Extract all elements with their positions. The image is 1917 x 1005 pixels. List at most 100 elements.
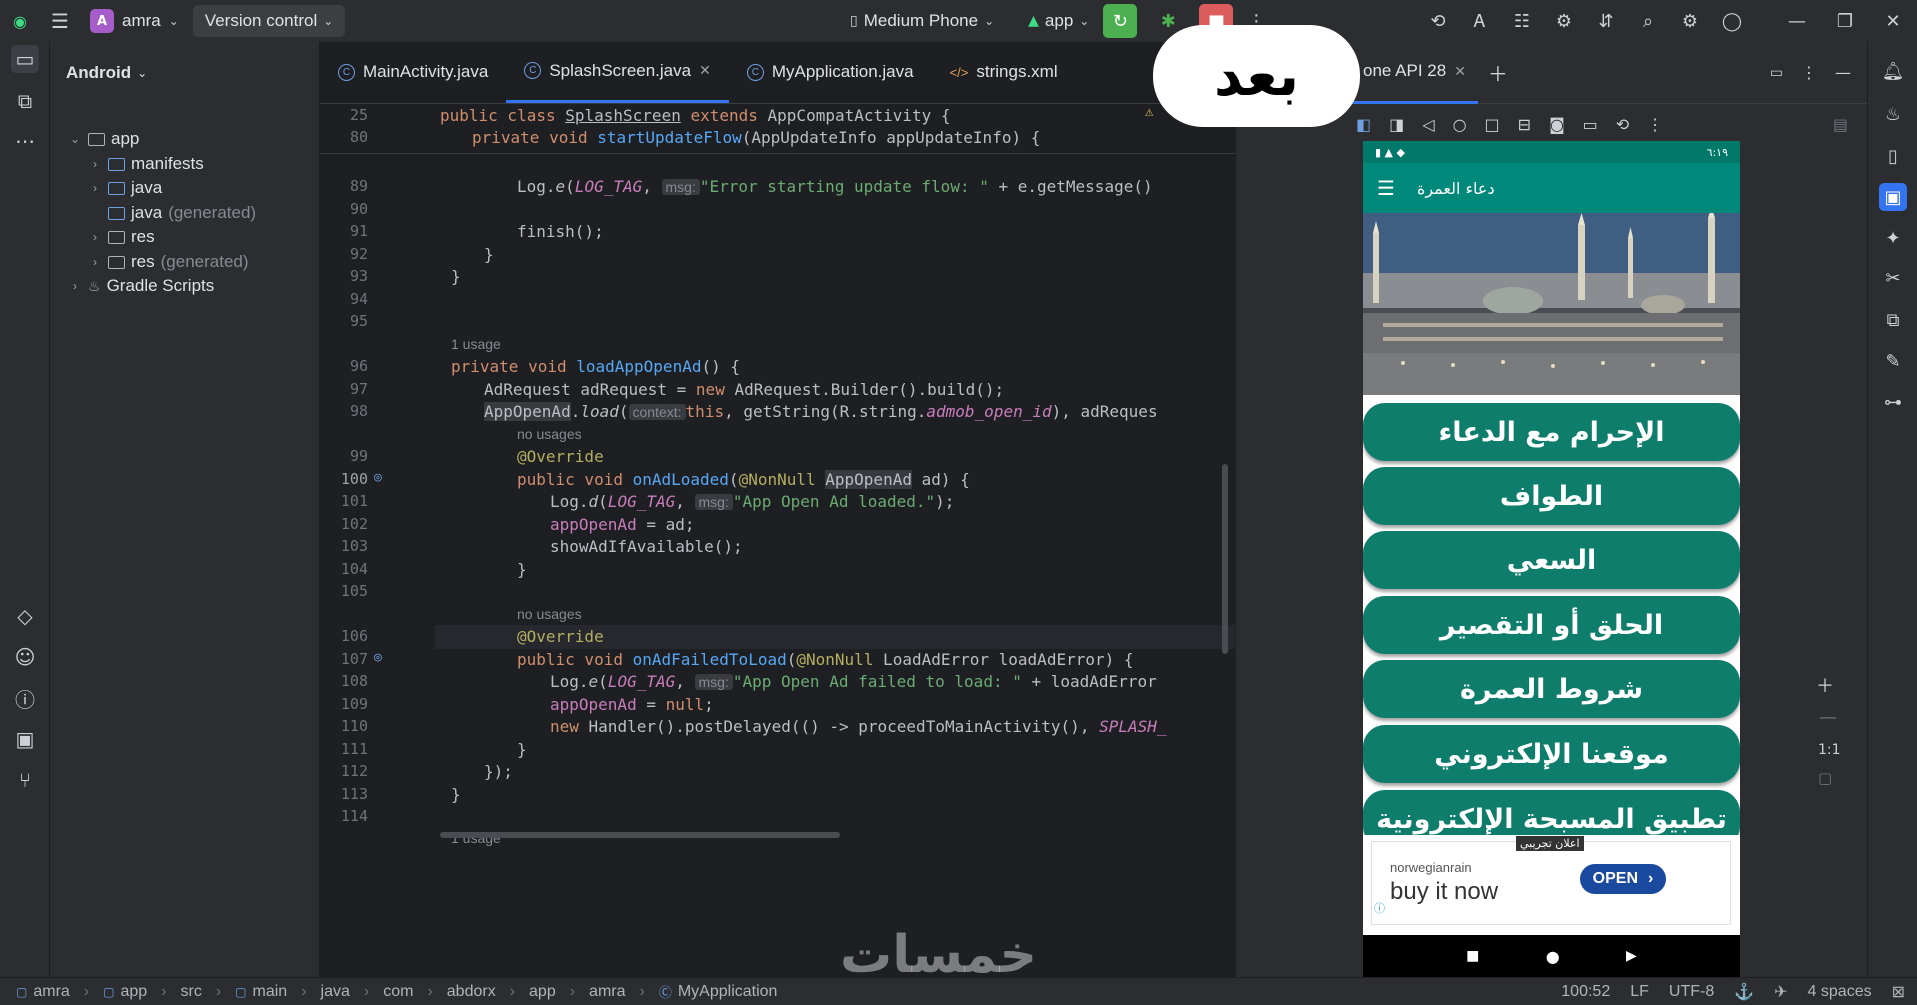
search-icon[interactable]: ⌕	[1627, 11, 1669, 32]
line-separator[interactable]: LF	[1630, 983, 1649, 1001]
zoom-actual-size[interactable]: 1:1	[1818, 742, 1841, 758]
notifications-bell-icon[interactable]: 🔔︎	[1879, 57, 1907, 85]
more-emulator-icon[interactable]: ⋮	[1647, 115, 1663, 134]
menu-item-conditions[interactable]: شروط العمرة	[1363, 660, 1740, 718]
indent-setting[interactable]: 4 spaces	[1808, 983, 1872, 1001]
lock-icon[interactable]: ⊠	[1892, 982, 1905, 1002]
restore-window-icon[interactable]: ❐	[1821, 11, 1869, 32]
file-encoding[interactable]: UTF-8	[1669, 983, 1714, 1001]
breadcrumb-item[interactable]: java	[321, 983, 350, 1001]
breadcrumb-item[interactable]: app	[529, 983, 556, 1001]
tab-myapplication[interactable]: C MyApplication.java	[729, 41, 932, 103]
override-marker-icon[interactable]: ◎	[374, 650, 382, 665]
tree-item-gradle-scripts[interactable]: › ♨ Gradle Scripts	[68, 271, 214, 301]
ad-info-icon[interactable]: ⓘ	[1374, 900, 1385, 916]
translate-icon[interactable]: Ꭺ	[1459, 11, 1501, 32]
logcat-icon[interactable]: ☺	[11, 643, 39, 671]
running-devices-icon[interactable]: ▣	[1879, 183, 1907, 211]
problems-icon[interactable]: ⓘ	[11, 684, 39, 712]
minimize-window-icon[interactable]: —	[1773, 11, 1821, 32]
link-icon[interactable]: ⊶	[1879, 388, 1907, 416]
menu-item-website[interactable]: موقعنا الإلكتروني	[1363, 725, 1740, 783]
hide-panel-icon[interactable]: —	[1835, 63, 1851, 82]
fold-icon[interactable]: ◧	[1356, 115, 1371, 134]
snapshot-icon[interactable]: ⟲	[1616, 115, 1629, 134]
horizontal-scrollbar[interactable]	[440, 832, 840, 838]
caret-position[interactable]: 100:52	[1561, 983, 1610, 1001]
build-icon[interactable]: ⚙	[1543, 11, 1585, 32]
home-nav-icon[interactable]: ○	[1453, 115, 1467, 134]
breadcrumb-item[interactable]: app	[120, 983, 147, 1001]
gemini-sparkle-icon[interactable]: ✦	[1879, 224, 1907, 252]
power-save-icon[interactable]: ✈	[1774, 982, 1787, 1002]
banner-ad[interactable]: اعلان تجريبي norwegianrain buy it now OP…	[1371, 836, 1731, 925]
gem-icon[interactable]: ◇	[11, 602, 39, 630]
warning-icon[interactable]: ⚠	[1145, 104, 1153, 120]
layout-inspector-icon[interactable]: ☷	[1501, 11, 1543, 32]
rotate-icon[interactable]: ◨	[1389, 115, 1404, 134]
back-icon[interactable]: ▶	[1626, 948, 1637, 964]
back-nav-icon[interactable]: ◁	[1422, 115, 1434, 134]
tab-strings-xml[interactable]: </> strings.xml	[932, 41, 1076, 103]
override-marker-icon[interactable]: ◎	[374, 470, 382, 485]
more-tools-icon[interactable]: ⋯	[11, 127, 39, 155]
terminal-icon[interactable]: ▣	[11, 725, 39, 753]
home-icon[interactable]: ●	[1546, 947, 1560, 966]
menu-item-halq[interactable]: الحلق أو التقصير	[1363, 596, 1740, 654]
account-icon[interactable]: ◯	[1711, 11, 1753, 32]
maximize-panel-icon[interactable]: ▭	[1770, 65, 1783, 81]
add-device-icon[interactable]: ＋	[1488, 58, 1508, 87]
main-menu-icon[interactable]: ☰	[40, 0, 80, 42]
project-folder-icon[interactable]: ▭	[11, 45, 39, 73]
run-config-selector[interactable]: ▲ app ⌄	[1028, 11, 1089, 31]
screenshot-camera-icon[interactable]: ◙	[1549, 115, 1565, 134]
usage-hint[interactable]: no usages	[517, 426, 582, 442]
recents-icon[interactable]: ■	[1466, 948, 1479, 964]
zoom-out-icon[interactable]: —	[1819, 707, 1837, 728]
breadcrumb-item[interactable]: src	[181, 983, 202, 1001]
ad-open-button[interactable]: OPEN ›	[1580, 864, 1666, 894]
breadcrumb-item[interactable]: abdorx	[447, 983, 496, 1001]
menu-item-ihram[interactable]: الإحرام مع الدعاء	[1363, 403, 1740, 461]
menu-item-sai[interactable]: السعي	[1363, 531, 1740, 589]
hamburger-menu-icon[interactable]: ☰	[1377, 176, 1395, 200]
sync-gradle-icon[interactable]: ⇵	[1585, 11, 1627, 32]
breadcrumb-item[interactable]: amra	[33, 983, 69, 1001]
menu-item-tawaf[interactable]: الطواف	[1363, 467, 1740, 525]
breadcrumb-item[interactable]: com	[383, 983, 413, 1001]
panel-options-icon[interactable]: ⋮	[1801, 63, 1817, 82]
tab-splashscreen[interactable]: C SplashScreen.java ✕	[506, 41, 729, 103]
tab-device[interactable]: one API 28 ✕	[1351, 42, 1478, 104]
fit-screen-icon[interactable]: ▢	[1818, 769, 1832, 787]
close-window-icon[interactable]: ✕	[1869, 11, 1917, 32]
settings-gear-icon[interactable]: ⚙	[1669, 11, 1711, 32]
usage-hint[interactable]: 1 usage	[451, 336, 501, 352]
vcs-status-icon[interactable]: ⚓	[1734, 982, 1754, 1002]
version-control-button[interactable]: Version control ⌄	[192, 5, 346, 37]
device-manager-icon[interactable]: ▯	[1879, 142, 1907, 170]
breadcrumb-item[interactable]: main	[253, 983, 288, 1001]
project-selector[interactable]: A amra ⌄	[90, 9, 179, 33]
tab-mainactivity[interactable]: C MainActivity.java	[320, 41, 506, 103]
device-explorer-icon[interactable]: ⧉	[1879, 306, 1907, 334]
gradle-elephant-icon[interactable]: ♨	[1879, 100, 1907, 128]
emulator-screen[interactable]: ▮ ▲ ◆ ٦:١٩ ☰ دعاء العمرة الإحرام مع الدع…	[1363, 141, 1740, 977]
usage-hint[interactable]: no usages	[517, 606, 582, 622]
editor-scrollbar[interactable]	[1222, 464, 1228, 654]
close-tab-icon[interactable]: ✕	[1454, 63, 1466, 80]
breadcrumb-item[interactable]: amra	[589, 983, 625, 1001]
code-area[interactable]: 25 public class SplashScreen extends App…	[320, 104, 1235, 977]
close-tab-icon[interactable]: ✕	[699, 62, 711, 79]
screen-record-icon[interactable]: ▭	[1583, 115, 1598, 134]
mirror-icon[interactable]: ▤	[1833, 115, 1848, 134]
app-quality-icon[interactable]: ✂	[1879, 264, 1907, 292]
edit-pencil-icon[interactable]: ✎	[1879, 347, 1907, 375]
overview-nav-icon[interactable]: □	[1485, 115, 1500, 134]
breadcrumb-item[interactable]: MyApplication	[678, 983, 778, 1001]
zoom-in-icon[interactable]: ＋	[1816, 672, 1834, 698]
structure-icon[interactable]: ⧉	[11, 87, 39, 115]
apply-changes-icon[interactable]: ⟲	[1417, 11, 1459, 32]
extended-controls-icon[interactable]: ⊟	[1518, 115, 1531, 134]
device-selector[interactable]: ▯ Medium Phone ⌄	[850, 11, 994, 31]
rerun-button[interactable]: ↻	[1103, 4, 1138, 38]
